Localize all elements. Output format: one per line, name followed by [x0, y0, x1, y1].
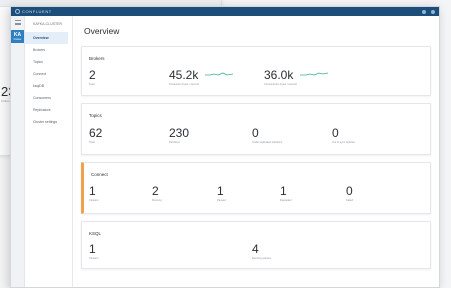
- connect-failed-value: 0: [346, 184, 353, 198]
- connect-clusters-metric: 1 Clusters: [89, 185, 99, 202]
- partitions-value: 230: [169, 126, 190, 140]
- out-of-sync-value: 0: [332, 126, 339, 140]
- topics-total-value: 62: [89, 126, 103, 140]
- consumption-rate-value: 36.0k: [264, 68, 294, 82]
- connect-paused-value: 1: [217, 184, 224, 198]
- production-rate-value: 45.2k: [169, 68, 199, 82]
- topics-total-label: Total: [89, 141, 95, 144]
- connect-paused-label: Paused: [217, 199, 226, 202]
- out-of-sync-metric: 0 Out of sync replicas: [332, 127, 355, 144]
- ksql-queries-metric: 4 Running queries: [252, 243, 271, 260]
- connect-degraded-metric: 1 Degraded: [280, 185, 291, 202]
- brokers-total-value: 2: [89, 68, 96, 82]
- brokers-card-title: Brokers: [89, 56, 105, 61]
- topics-card-title: Topics: [89, 113, 102, 118]
- connect-failed-label: Failed: [346, 199, 354, 202]
- brand[interactable]: CONFLUENT: [15, 9, 52, 14]
- ksql-card[interactable]: KSQL 1 Clusters 4 Running queries: [81, 221, 431, 269]
- connect-running-label: Running: [152, 199, 162, 202]
- connect-paused-metric: 1 Paused: [217, 185, 226, 202]
- connect-clusters-label: Clusters: [89, 199, 99, 202]
- nav-item-overview[interactable]: Overview: [25, 32, 68, 44]
- ksql-queries-value: 4: [252, 242, 259, 256]
- app-window: CONFLUENT KA Cluster kafka-cluster Overv…: [10, 6, 440, 288]
- brokers-total-label: Total: [89, 83, 95, 86]
- connect-card-title: Connect: [91, 172, 108, 177]
- nav-item-brokers[interactable]: Brokers: [25, 44, 72, 56]
- topics-card[interactable]: Topics 62 Total 230 Partitions 0 Under r…: [81, 103, 431, 155]
- consumption-rate-label: Consumption bytes / second: [264, 83, 297, 86]
- ksql-clusters-label: Clusters: [89, 257, 99, 260]
- brokers-total-metric: 2 Total: [89, 69, 96, 86]
- ksql-card-title: KSQL: [89, 231, 102, 236]
- production-rate-metric: 45.2k Production bytes / second: [169, 69, 199, 86]
- connect-failed-metric: 0 Failed: [346, 185, 353, 202]
- nav-item-topics[interactable]: Topics: [25, 56, 72, 68]
- side-navigation: kafka-cluster Overview Brokers Topics Co…: [25, 16, 73, 287]
- consumption-sparkline: [300, 72, 328, 76]
- consumption-rate-metric: 36.0k Consumption bytes / second: [264, 69, 297, 86]
- ksql-clusters-value: 1: [89, 242, 96, 256]
- out-of-sync-label: Out of sync replicas: [332, 141, 355, 144]
- cluster-name: kafka-cluster: [33, 22, 62, 26]
- confluent-logo-icon: [15, 9, 20, 14]
- top-bar: CONFLUENT: [11, 7, 439, 16]
- cluster-tile-label: Cluster: [13, 38, 22, 41]
- nav-item-replicators[interactable]: Replicators: [25, 104, 72, 116]
- connect-running-value: 2: [152, 184, 159, 198]
- hamburger-menu-icon[interactable]: [14, 20, 21, 25]
- help-icon[interactable]: [422, 9, 426, 14]
- main-content: Overview Brokers 2 Total 45.2k Productio…: [73, 16, 439, 287]
- ksql-clusters-metric: 1 Clusters: [89, 243, 99, 260]
- cluster-switcher[interactable]: KA Cluster: [11, 30, 24, 43]
- under-replicated-metric: 0 Under replicated partitions: [252, 127, 282, 144]
- connect-degraded-label: Degraded: [280, 199, 292, 202]
- page-title: Overview: [84, 26, 120, 36]
- nav-item-cluster-settings[interactable]: Cluster settings: [25, 116, 72, 128]
- topics-total-metric: 62 Total: [89, 127, 102, 144]
- nav-item-ksqldb[interactable]: ksqlDB: [25, 80, 72, 92]
- ksql-queries-label: Running queries: [252, 257, 271, 260]
- nav-item-connect[interactable]: Connect: [25, 68, 72, 80]
- cluster-rail: KA Cluster: [11, 16, 25, 287]
- production-sparkline: [205, 72, 233, 76]
- user-icon[interactable]: [431, 9, 435, 14]
- connect-degraded-value: 1: [280, 184, 287, 198]
- connect-running-metric: 2 Running: [152, 185, 162, 202]
- connect-card[interactable]: Connect 1 Clusters 2 Running 1 Paused 1 …: [81, 162, 431, 214]
- brand-name: CONFLUENT: [22, 9, 52, 14]
- under-replicated-label: Under replicated partitions: [252, 141, 283, 144]
- nav-item-consumers[interactable]: Consumers: [25, 92, 72, 104]
- production-rate-label: Production bytes / second: [169, 83, 199, 86]
- under-replicated-value: 0: [252, 126, 259, 140]
- partitions-metric: 230 Partitions: [169, 127, 189, 144]
- connect-clusters-value: 1: [89, 184, 96, 198]
- brokers-card[interactable]: Brokers 2 Total 45.2k Production bytes /…: [81, 46, 431, 96]
- partitions-label: Partitions: [169, 141, 180, 144]
